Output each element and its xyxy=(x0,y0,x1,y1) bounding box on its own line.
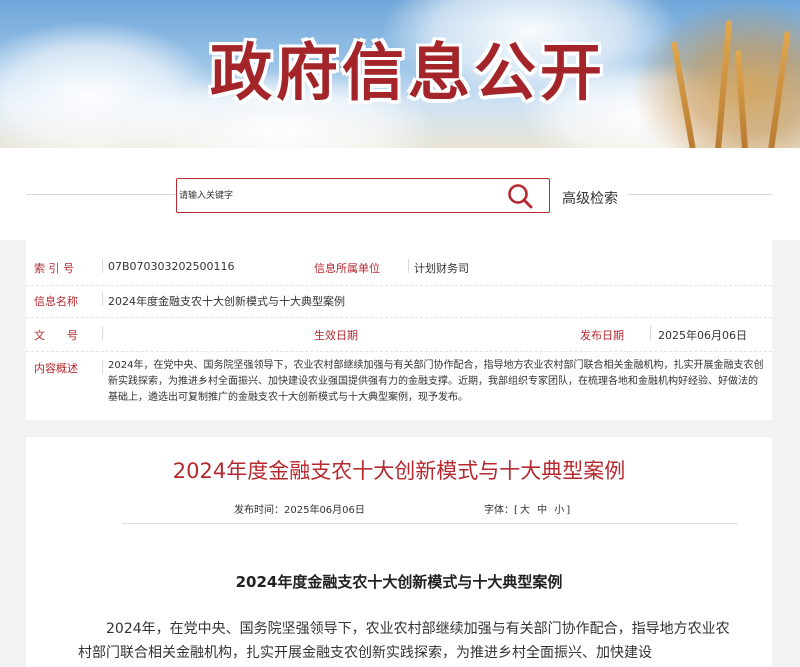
wheat-decoration xyxy=(630,0,800,148)
font-size-small[interactable]: 小 xyxy=(554,505,564,516)
unit-label: 信息所属单位 xyxy=(314,262,380,275)
divider xyxy=(650,326,651,340)
publish-date-value: 2025年06月06日 xyxy=(658,329,747,342)
font-size-control: 字体：[大 中 小] xyxy=(484,501,570,516)
name-value: 2024年度金融支农十大创新模式与十大典型案例 xyxy=(108,295,345,308)
divider xyxy=(102,259,103,273)
unit-value: 计划财务司 xyxy=(414,262,469,275)
article-heading: 2024年度金融支农十大创新模式与十大典型案例 xyxy=(235,573,563,591)
article-panel: 2024年度金融支农十大创新模式与十大典型案例 发布时间：2025年06月06日… xyxy=(26,437,772,667)
search-box xyxy=(176,178,550,213)
bracket-open: [ xyxy=(514,505,518,516)
summary-text: 2024年，在党中央、国务院坚强领导下，农业农村部继续加强与有关部门协作配合，指… xyxy=(108,360,764,403)
meta-row: 索 引 号 07B070303202500116 信息所属单位 计划财务司 xyxy=(26,240,772,286)
divider xyxy=(102,292,103,306)
article-divider xyxy=(122,523,738,524)
font-size-large[interactable]: 大 xyxy=(520,505,530,516)
article-body: 2024年，在党中央、国务院坚强领导下，农业农村部继续加强与有关部门协作配合，指… xyxy=(78,621,730,661)
divider xyxy=(408,259,409,273)
divider xyxy=(102,360,103,374)
index-value: 07B070303202500116 xyxy=(108,260,235,273)
search-divider-right xyxy=(628,194,772,195)
info-meta-table: 索 引 号 07B070303202500116 信息所属单位 计划财务司 信息… xyxy=(26,240,772,420)
publish-time-value: 2025年06月06日 xyxy=(284,505,365,516)
name-label: 信息名称 xyxy=(34,295,78,308)
divider xyxy=(102,326,103,340)
publish-time-label: 发布时间： xyxy=(234,505,284,516)
meta-row: 信息名称 2024年度金融支农十大创新模式与十大典型案例 xyxy=(26,286,772,318)
search-divider-left xyxy=(26,194,176,195)
publish-time: 发布时间：2025年06月06日 xyxy=(234,501,365,516)
summary-label: 内容概述 xyxy=(34,362,78,375)
banner-title: 政府信息公开 xyxy=(210,36,607,109)
advanced-search-link[interactable]: 高级检索 xyxy=(562,188,618,208)
page-banner: 政府信息公开 xyxy=(0,0,800,148)
search-input[interactable] xyxy=(179,180,499,211)
search-icon xyxy=(508,184,533,209)
doc-number-label: 文 号 xyxy=(34,329,78,342)
article-title: 2024年度金融支农十大创新模式与十大典型案例 xyxy=(172,459,626,483)
font-size-label: 字体： xyxy=(484,505,514,516)
publish-date-label: 发布日期 xyxy=(580,329,624,342)
font-size-medium[interactable]: 中 xyxy=(537,505,547,516)
index-label: 索 引 号 xyxy=(34,262,74,275)
search-button[interactable] xyxy=(505,182,535,210)
meta-row: 文 号 生效日期 发布日期 2025年06月06日 xyxy=(26,318,772,352)
effective-date-label: 生效日期 xyxy=(314,329,358,342)
bracket-close: ] xyxy=(566,505,571,516)
